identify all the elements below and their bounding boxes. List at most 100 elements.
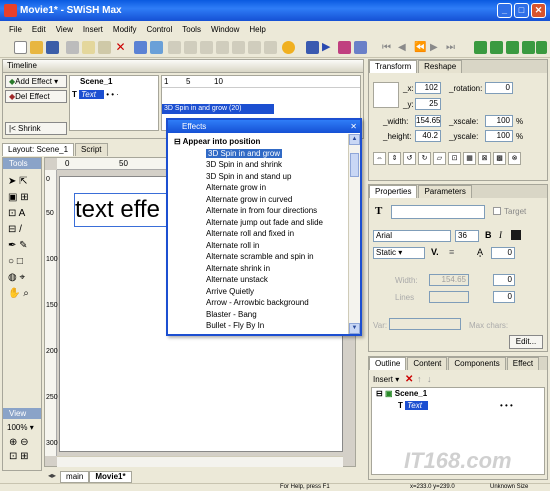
tab-movie[interactable]: Movie1* <box>89 471 132 483</box>
add-effect-button[interactable]: ◆Add Effect ▾ <box>5 75 67 88</box>
align-bottom-icon[interactable] <box>248 41 261 54</box>
effect-item[interactable]: Alternate jump out fade and slide <box>170 217 348 229</box>
save-icon[interactable] <box>46 41 59 54</box>
last-frame-icon[interactable]: ⏭ <box>446 41 459 54</box>
char-spacing-icon[interactable]: A̧ <box>477 247 483 257</box>
insert-dropdown[interactable]: Insert ▾ <box>373 375 399 384</box>
effect-item[interactable]: Alternate unstack <box>170 274 348 286</box>
insert-sprite-icon[interactable] <box>490 41 503 54</box>
bold-icon[interactable]: B <box>485 230 492 240</box>
pen-tool-icon[interactable]: ✒ <box>8 240 16 251</box>
tab-nav-icon[interactable]: ◂▸ <box>44 471 60 483</box>
zoom-in-icon[interactable]: ⊕ <box>9 437 17 448</box>
menu-help[interactable]: Help <box>244 25 270 34</box>
align-middle-icon[interactable] <box>232 41 245 54</box>
line-tool-icon[interactable]: / <box>19 224 22 235</box>
insert-shape-icon[interactable] <box>536 41 547 54</box>
menu-edit[interactable]: Edit <box>27 25 51 34</box>
indent-field[interactable]: 0 <box>493 291 515 303</box>
menu-file[interactable]: File <box>4 25 27 34</box>
tab-components[interactable]: Components <box>448 357 506 370</box>
tab-effect[interactable]: Effect <box>506 357 540 370</box>
scroll-down-icon[interactable]: ▼ <box>349 323 360 334</box>
text-tool-icon[interactable]: ⊟ <box>8 224 16 235</box>
effects-scrollbar[interactable]: ▲ ▼ <box>348 134 360 334</box>
insert-scene-icon[interactable] <box>474 41 487 54</box>
maximize-button[interactable]: □ <box>514 3 529 18</box>
menu-view[interactable]: View <box>51 25 78 34</box>
timeline-scene-row[interactable]: Scene_1 <box>70 76 158 89</box>
cut-icon[interactable] <box>66 41 79 54</box>
delete-item-icon[interactable]: ✕ <box>405 374 413 385</box>
edit-button[interactable]: Edit... <box>509 335 543 349</box>
outline-scene-row[interactable]: ⊟ ▣ Scene_1 <box>372 388 544 400</box>
flip-horizontal-icon[interactable]: ⇔ <box>373 152 386 165</box>
effect-item[interactable]: Alternate shrink in <box>170 263 348 275</box>
zoom-tool-icon[interactable]: ⌕ <box>23 288 29 299</box>
reshape-tool-icon[interactable]: A <box>19 208 26 219</box>
kerning-icon[interactable]: V. <box>431 247 439 257</box>
target-checkbox[interactable] <box>493 207 501 215</box>
scale-icon[interactable]: ⊡ <box>448 152 461 165</box>
select-tool-icon[interactable]: ➤ <box>8 176 16 187</box>
effect-item[interactable]: Alternate grow in <box>170 182 348 194</box>
dropper-tool-icon[interactable]: ⌖ <box>20 272 26 283</box>
y-field[interactable]: 25 <box>415 98 441 110</box>
new-icon[interactable] <box>14 41 27 54</box>
paste-icon[interactable] <box>98 41 111 54</box>
rectangle-tool-icon[interactable]: □ <box>17 256 23 267</box>
flip-vertical-icon[interactable]: ⇕ <box>388 152 401 165</box>
distribute-icon[interactable] <box>264 41 277 54</box>
group-tool-icon[interactable]: ▦ <box>463 152 476 165</box>
tab-script[interactable]: Script <box>75 143 108 156</box>
tab-transform[interactable]: Transform <box>369 60 418 73</box>
text-width-field[interactable]: 154.65 <box>429 274 469 286</box>
skew-icon[interactable]: ▱ <box>433 152 446 165</box>
zoom-select[interactable]: 100% ▾ <box>7 423 34 432</box>
align-right-icon[interactable] <box>200 41 213 54</box>
lines-field[interactable] <box>429 291 469 303</box>
move-up-icon[interactable]: ↑ <box>417 374 422 384</box>
effect-item[interactable]: Blaster - Bang <box>170 309 348 321</box>
hand-tool-icon[interactable]: ✋ <box>8 288 20 299</box>
effect-bar[interactable]: 3D Spin in and grow (20) <box>162 104 274 114</box>
tab-layout[interactable]: Layout: Scene_1 <box>2 143 75 156</box>
transform-tool-icon[interactable]: ⊞ <box>20 192 28 203</box>
effect-item[interactable]: 3D Spin in and grow <box>170 148 348 160</box>
move-down-icon[interactable]: ↓ <box>427 374 432 384</box>
play-icon[interactable]: ▶ <box>322 41 335 54</box>
effects-popup-close-icon[interactable]: ✕ <box>350 120 357 133</box>
effect-item[interactable]: Alternate scramble and spin in <box>170 251 348 263</box>
align-top-icon[interactable] <box>216 41 229 54</box>
name-field[interactable] <box>391 205 485 219</box>
subselect-tool-icon[interactable]: ⇱ <box>19 176 27 187</box>
menu-modify[interactable]: Modify <box>108 25 142 34</box>
shrink-button[interactable]: |< Shrink <box>5 122 67 135</box>
reset-icon[interactable]: ⊗ <box>508 152 521 165</box>
xscale-field[interactable]: 100 <box>485 115 513 127</box>
copy-icon[interactable] <box>82 41 95 54</box>
menu-window[interactable]: Window <box>206 25 244 34</box>
stop-icon[interactable] <box>306 41 319 54</box>
grid-icon[interactable]: ▩ <box>493 152 506 165</box>
effect-item[interactable]: Bullet - Fly By In <box>170 320 348 332</box>
minimize-button[interactable]: _ <box>497 3 512 18</box>
var-field[interactable] <box>389 318 461 330</box>
insert-button-icon[interactable] <box>506 41 519 54</box>
effect-item[interactable]: Alternate roll in <box>170 240 348 252</box>
rotation-field[interactable]: 0 <box>485 82 513 94</box>
effects-category[interactable]: ⊟ Appear into position <box>170 136 348 148</box>
autoshape-tool-icon[interactable]: ◍ <box>8 272 17 283</box>
first-frame-icon[interactable]: ⏮ <box>382 41 395 54</box>
rotate-right-icon[interactable]: ↻ <box>418 152 431 165</box>
effect-item[interactable]: Alternate roll and fixed in <box>170 228 348 240</box>
group-icon[interactable] <box>150 41 163 54</box>
outline-text-row[interactable]: T Text • • • <box>372 400 544 412</box>
pencil-tool-icon[interactable]: ✎ <box>19 240 27 251</box>
color-swatch[interactable] <box>511 230 521 240</box>
zoom-all-icon[interactable]: ⊞ <box>20 451 28 462</box>
tab-main[interactable]: main <box>60 471 90 483</box>
play-scene-icon[interactable] <box>354 41 367 54</box>
fill-tool-icon[interactable]: ▣ <box>8 192 17 203</box>
effect-item[interactable]: Arrow - Arrowbic background <box>170 297 348 309</box>
